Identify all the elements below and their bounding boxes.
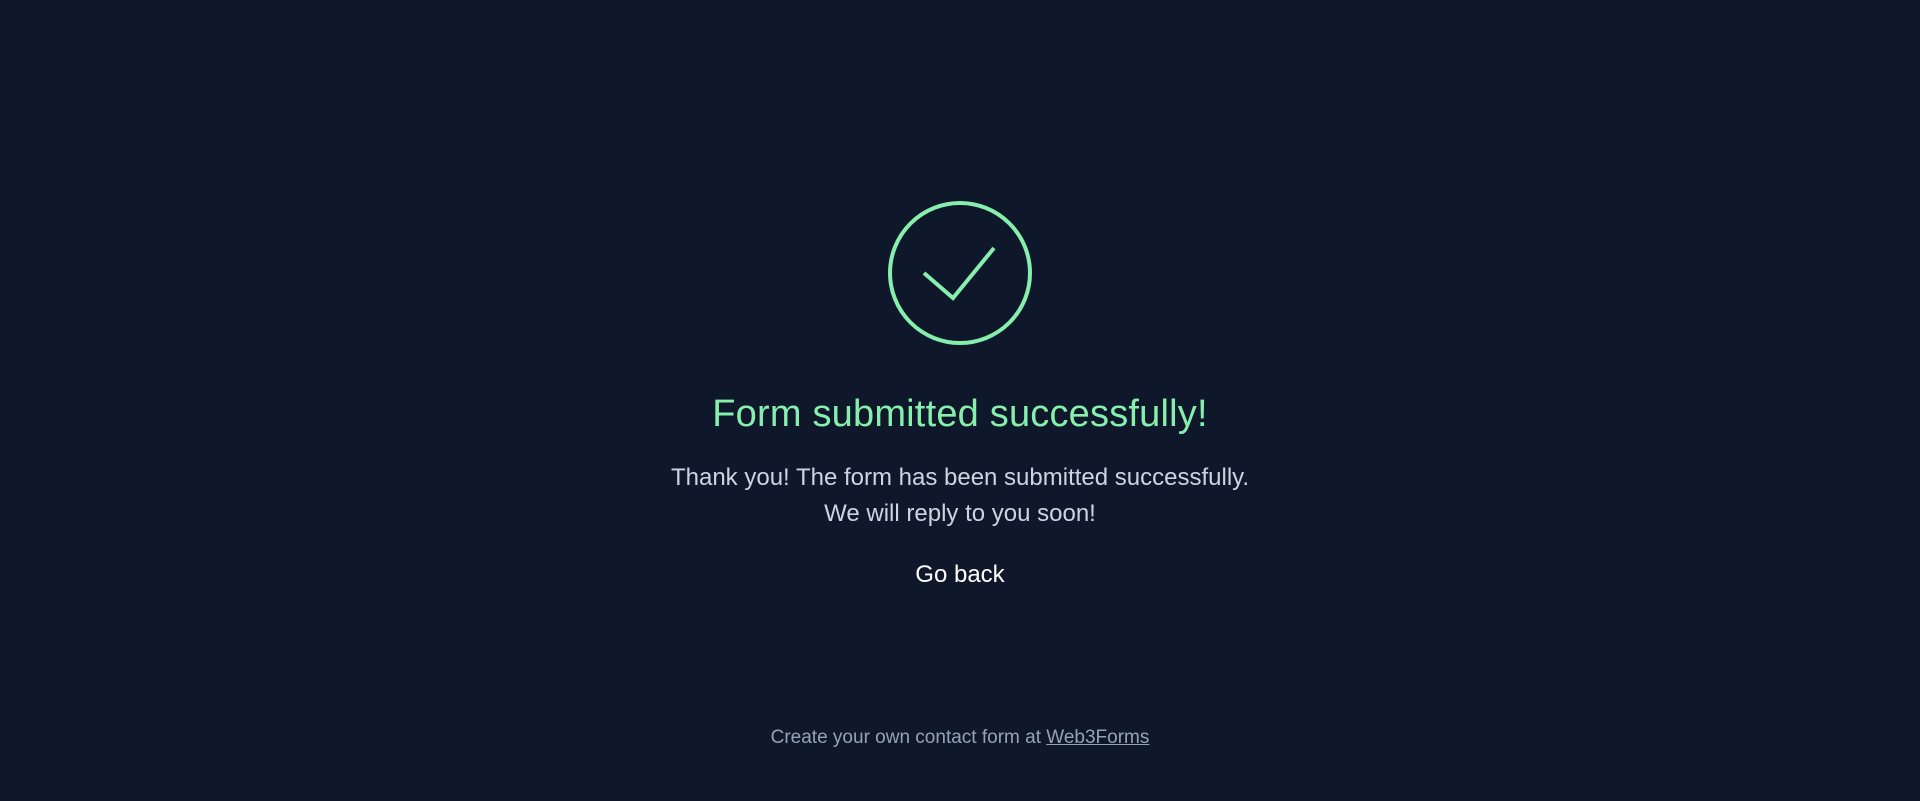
success-content: Form submitted successfully! Thank you! … — [0, 200, 1920, 590]
footer: Create your own contact form at Web3Form… — [0, 725, 1920, 751]
success-title: Form submitted successfully! — [712, 393, 1208, 435]
success-page: Form submitted successfully! Thank you! … — [0, 0, 1920, 801]
web3forms-link[interactable]: Web3Forms — [1046, 727, 1149, 748]
go-back-button[interactable]: Go back — [911, 560, 1008, 590]
message-line-2: We will reply to you soon! — [824, 500, 1096, 527]
success-message: Thank you! The form has been submitted s… — [671, 460, 1249, 532]
message-line-1: Thank you! The form has been submitted s… — [670, 464, 1250, 491]
check-circle-icon — [887, 200, 1033, 346]
footer-text: Create your own contact form at — [770, 727, 1047, 748]
